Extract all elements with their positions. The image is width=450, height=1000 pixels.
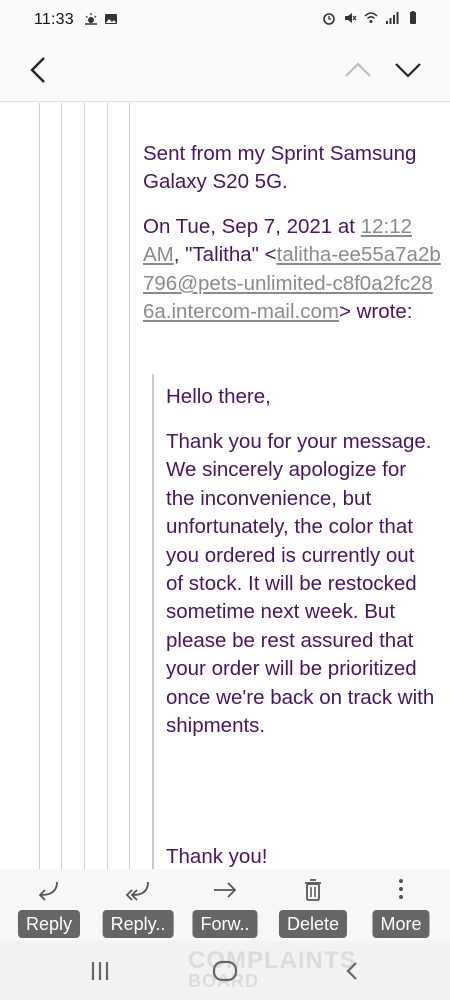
quote-line xyxy=(152,374,154,869)
action-bar: Reply Reply.. Forw.. Delete More xyxy=(0,869,450,941)
email-body-view[interactable]: Sent from my Sprint Samsung Galaxy S20 5… xyxy=(0,103,450,869)
forward-icon xyxy=(214,882,237,898)
mute-icon xyxy=(345,13,357,23)
home-icon[interactable] xyxy=(210,958,240,984)
reply-all-button[interactable]: Reply.. xyxy=(93,875,183,938)
more-vertical-icon xyxy=(399,879,403,899)
trash-icon xyxy=(305,879,321,901)
quote-header: On Tue, Sep 7, 2021 at 12:12 AM, "Talith… xyxy=(143,213,443,327)
signature-text: Sent from my Sprint Samsung Galaxy S20 5… xyxy=(143,142,417,194)
system-nav-bar: COMPLAINTS BOARD xyxy=(0,941,450,1000)
chevron-down-icon xyxy=(395,63,421,78)
reply-button[interactable]: Reply xyxy=(4,875,94,938)
status-time: 11:33 xyxy=(34,11,74,28)
quote-line xyxy=(107,103,108,869)
battery-icon xyxy=(410,11,416,24)
quote-line xyxy=(39,103,40,869)
alarm-icon xyxy=(323,13,335,25)
more-button[interactable]: More xyxy=(356,875,446,938)
quote-line xyxy=(61,103,62,869)
forward-label: Forw.. xyxy=(192,910,258,938)
more-label: More xyxy=(372,910,430,938)
signal-icon xyxy=(386,12,399,24)
reply-icon xyxy=(38,881,58,901)
weather-icon xyxy=(85,13,97,25)
previous-email-button[interactable] xyxy=(340,52,376,88)
reply-label: Reply xyxy=(17,910,81,938)
sender-name: , "Talitha" < xyxy=(173,243,277,267)
reply-all-label: Reply.. xyxy=(102,910,174,938)
gallery-icon xyxy=(105,14,117,24)
reply-all-icon xyxy=(125,881,149,901)
delete-button[interactable]: Delete xyxy=(268,875,358,938)
status-bar: 11:33 xyxy=(0,0,450,40)
delete-label: Delete xyxy=(278,910,348,938)
quote-line xyxy=(129,103,130,869)
quote-date: On Tue, Sep 7, 2021 at xyxy=(143,215,355,238)
nav-back-icon[interactable] xyxy=(340,958,364,984)
back-button[interactable] xyxy=(22,52,58,88)
wrote-label: > wrote: xyxy=(338,300,413,324)
chevron-up-icon xyxy=(345,62,371,77)
chevron-left-icon xyxy=(30,57,45,83)
message-text: Thank you for your message. We sincerely… xyxy=(166,430,435,738)
top-nav xyxy=(0,40,450,102)
next-email-button[interactable] xyxy=(390,52,426,88)
recent-apps-icon[interactable] xyxy=(86,959,114,983)
closing-text: Thank you! xyxy=(166,845,268,868)
quote-line xyxy=(84,103,85,869)
greeting-text: Hello there, xyxy=(166,385,271,408)
forward-button[interactable]: Forw.. xyxy=(180,875,270,938)
wifi-icon xyxy=(364,12,378,23)
